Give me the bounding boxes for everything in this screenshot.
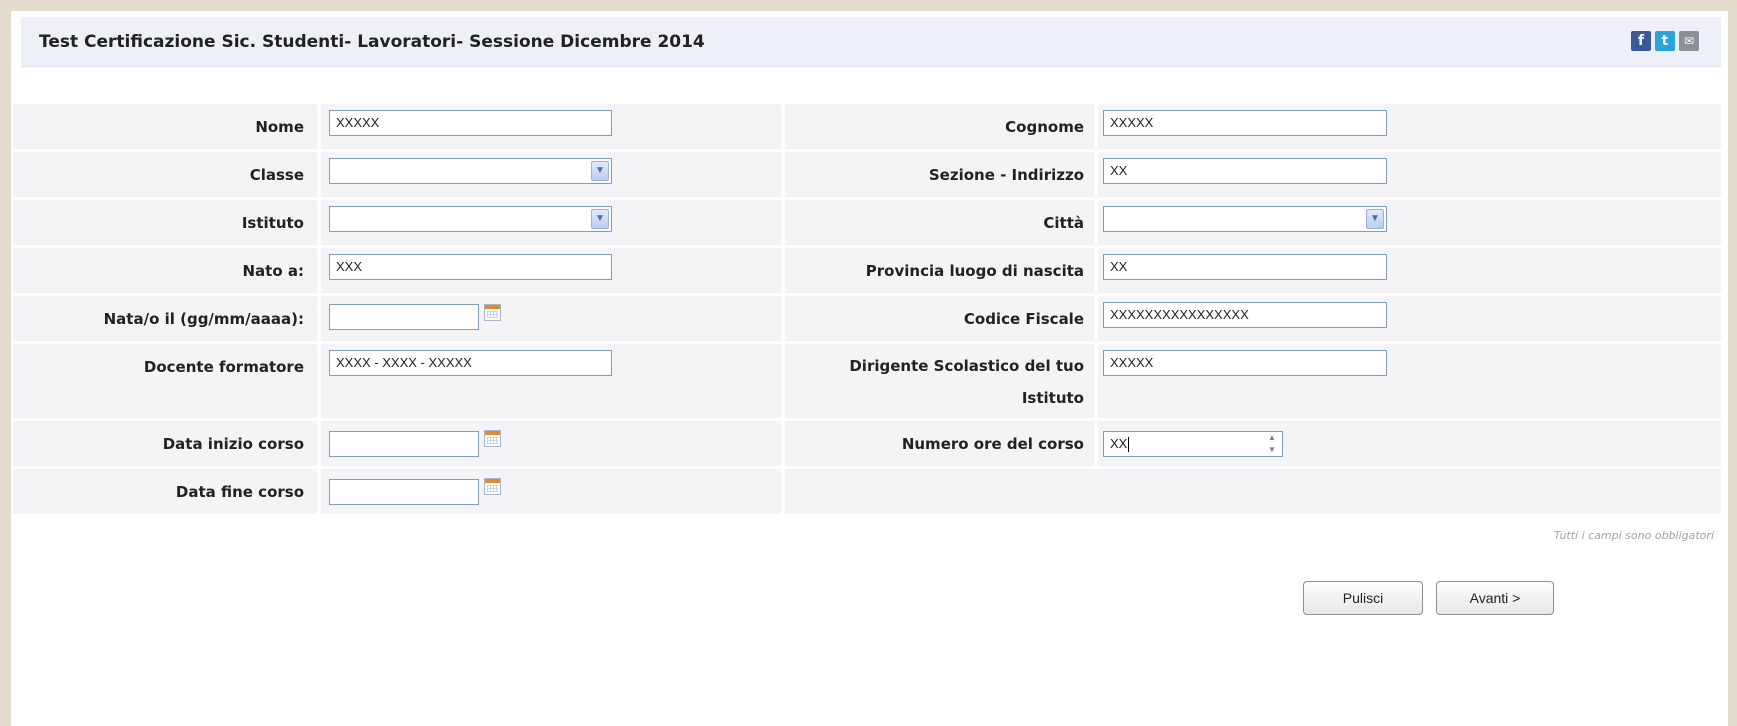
- spin-up-icon[interactable]: ▲: [1263, 433, 1281, 443]
- docente-label: Docente formatore: [143, 358, 304, 376]
- label-cell: Classe: [13, 152, 317, 197]
- chevron-down-icon[interactable]: ▼: [591, 209, 609, 229]
- field-cell: XXXXX: [1098, 104, 1721, 149]
- page-frame: Test Certificazione Sic. Studenti- Lavor…: [11, 11, 1728, 726]
- nato-a-label: Nato a:: [242, 262, 305, 280]
- data-inizio-input[interactable]: [329, 431, 479, 457]
- field-cell: XX ▲ ▼: [1098, 421, 1721, 466]
- field-cell: ▼: [1098, 200, 1721, 245]
- numero-ore-label: Numero ore del corso: [901, 435, 1084, 453]
- data-fine-input[interactable]: [329, 479, 479, 505]
- citta-select[interactable]: ▼: [1103, 206, 1387, 232]
- label-cell: Nato a:: [13, 248, 317, 293]
- next-button[interactable]: Avanti >: [1436, 581, 1554, 615]
- field-cell: XXXXXXXXXXXXXXXX: [1098, 296, 1721, 341]
- nome-input[interactable]: XXXXX: [329, 110, 612, 136]
- field-cell: [321, 421, 781, 466]
- label-cell: Sezione - Indirizzo: [785, 152, 1094, 197]
- nata-il-input[interactable]: [329, 304, 479, 330]
- label-cell: Nata/o il (gg/mm/aaaa):: [13, 296, 317, 341]
- docente-input[interactable]: XXXX - XXXX - XXXXX: [329, 350, 612, 376]
- label-cell: Codice Fiscale: [785, 296, 1094, 341]
- nome-label: Nome: [255, 118, 304, 136]
- dirigente-input[interactable]: XXXXX: [1103, 350, 1387, 376]
- cognome-input[interactable]: XXXXX: [1103, 110, 1387, 136]
- facebook-icon[interactable]: f: [1631, 31, 1651, 51]
- dirigente-label: Dirigente Scolastico del tuo Istituto: [849, 357, 1084, 407]
- provincia-input[interactable]: XX: [1103, 254, 1387, 280]
- label-cell: Istituto: [13, 200, 317, 245]
- istituto-label: Istituto: [241, 214, 304, 232]
- classe-label: Classe: [249, 166, 304, 184]
- twitter-icon[interactable]: t: [1655, 31, 1675, 51]
- required-note: Tutti i campi sono obbligatori: [1553, 529, 1714, 542]
- field-cell: [321, 296, 781, 341]
- spin-down-icon[interactable]: ▼: [1263, 445, 1281, 455]
- field-cell: XXXX - XXXX - XXXXX: [321, 344, 781, 418]
- label-cell: Data fine corso: [13, 469, 317, 514]
- sezione-input[interactable]: XX: [1103, 158, 1387, 184]
- field-cell: [321, 469, 781, 514]
- nata-il-label: Nata/o il (gg/mm/aaaa):: [103, 310, 304, 328]
- label-cell: Docente formatore: [13, 344, 317, 418]
- label-cell: Cognome: [785, 104, 1094, 149]
- citta-label: Città: [1043, 214, 1084, 232]
- mail-icon[interactable]: ✉: [1679, 31, 1699, 51]
- numero-ore-input[interactable]: XX ▲ ▼: [1103, 431, 1283, 457]
- sezione-label: Sezione - Indirizzo: [928, 166, 1084, 184]
- codice-fiscale-label: Codice Fiscale: [963, 310, 1084, 328]
- text-caret: [1128, 437, 1130, 453]
- codice-fiscale-input[interactable]: XXXXXXXXXXXXXXXX: [1103, 302, 1387, 328]
- label-cell: Dirigente Scolastico del tuo Istituto: [785, 344, 1094, 418]
- label-cell: Provincia luogo di nascita: [785, 248, 1094, 293]
- page-title: Test Certificazione Sic. Studenti- Lavor…: [39, 32, 705, 52]
- field-cell: XXXXX: [321, 104, 781, 149]
- field-cell: XXXXX: [1098, 344, 1721, 418]
- field-cell: XX: [1098, 152, 1721, 197]
- spinner-icon[interactable]: ▲ ▼: [1263, 433, 1281, 455]
- istituto-select[interactable]: ▼: [329, 206, 612, 232]
- numero-ore-value: XX: [1110, 436, 1128, 451]
- data-inizio-label: Data inizio corso: [162, 435, 304, 453]
- share-bar: f t ✉: [1631, 31, 1699, 51]
- field-cell: XXX: [321, 248, 781, 293]
- cognome-label: Cognome: [1005, 118, 1084, 136]
- calendar-icon[interactable]: [484, 430, 501, 447]
- classe-select[interactable]: ▼: [329, 158, 612, 184]
- page-header: Test Certificazione Sic. Studenti- Lavor…: [21, 17, 1721, 67]
- field-cell: ▼: [321, 152, 781, 197]
- empty-cell: [785, 469, 1721, 514]
- calendar-icon[interactable]: [484, 304, 501, 321]
- clear-button[interactable]: Pulisci: [1303, 581, 1423, 615]
- label-cell: Numero ore del corso: [785, 421, 1094, 466]
- chevron-down-icon[interactable]: ▼: [591, 161, 609, 181]
- chevron-down-icon[interactable]: ▼: [1366, 209, 1384, 229]
- data-fine-label: Data fine corso: [175, 483, 304, 501]
- label-cell: Data inizio corso: [13, 421, 317, 466]
- nato-a-input[interactable]: XXX: [329, 254, 612, 280]
- field-cell: ▼: [321, 200, 781, 245]
- calendar-icon[interactable]: [484, 478, 501, 495]
- field-cell: XX: [1098, 248, 1721, 293]
- label-cell: Città: [785, 200, 1094, 245]
- label-cell: Nome: [13, 104, 317, 149]
- provincia-label: Provincia luogo di nascita: [865, 262, 1084, 280]
